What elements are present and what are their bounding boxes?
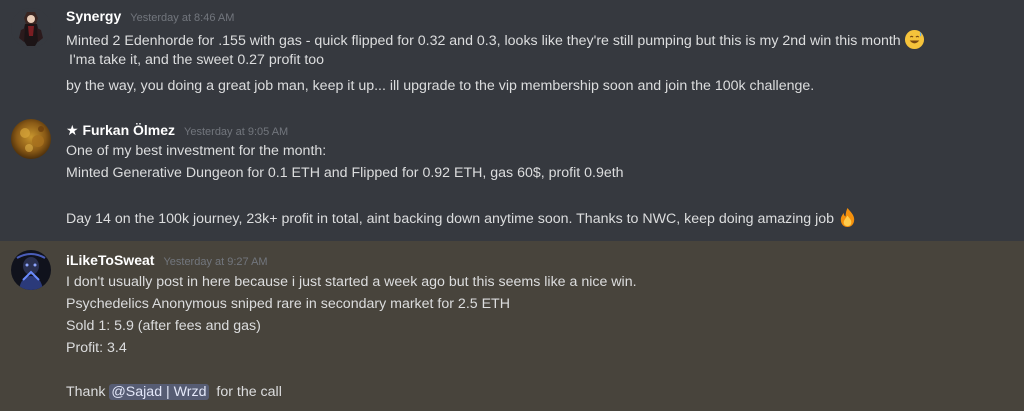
timestamp: Yesterday at 9:05 AM [184, 126, 289, 138]
message-line: Minted Generative Dungeon for 0.1 ETH an… [66, 164, 624, 182]
message-line: I'ma take it, and the sweet 0.27 profit … [69, 51, 324, 69]
username[interactable]: Synergy [66, 8, 121, 24]
message-line: Day 14 on the 100k journey, 23k+ profit … [66, 207, 858, 228]
username[interactable]: iLikeToSweat [66, 252, 154, 268]
message-text: Day 14 on the 100k journey, 23k+ profit … [66, 211, 835, 227]
message-line: I don't usually post in here because i j… [66, 273, 637, 291]
message-line: Sold 1: 5.9 (after fees and gas) [66, 317, 261, 335]
user-mention[interactable]: @Sajad | Wrzd [109, 384, 209, 400]
message-text: I'ma take it, and the sweet 0.27 profit … [69, 52, 325, 68]
message-header: ★ Furkan Ölmez Yesterday at 9:05 AM [66, 122, 288, 139]
message-line: by the way, you doing a great job man, k… [66, 77, 814, 95]
message-line: One of my best investment for the month: [66, 142, 326, 160]
message-text: I don't usually post in here because i j… [66, 274, 637, 290]
message-text: Profit: 3.4 [66, 340, 127, 356]
timestamp: Yesterday at 9:27 AM [163, 256, 268, 268]
message-text: Thank [66, 384, 106, 400]
chat-message-list: Synergy Yesterday at 8:46 AM Minted 2 Ed… [0, 0, 1024, 411]
chat-message: Synergy Yesterday at 8:46 AM Minted 2 Ed… [0, 0, 1024, 102]
message-line: Thank @Sajad | Wrzd for the call [66, 383, 282, 401]
username[interactable]: ★ Furkan Ölmez [66, 122, 175, 139]
message-text: Minted 2 Edenhorde for .155 with gas - q… [66, 33, 901, 49]
chat-message: ★ Furkan Ölmez Yesterday at 9:05 AM One … [0, 113, 1024, 238]
message-text: Psychedelics Anonymous sniped rare in se… [66, 296, 510, 312]
fire-emoji-icon [837, 207, 858, 228]
avatar[interactable] [11, 119, 51, 159]
message-header: iLikeToSweat Yesterday at 9:27 AM [66, 252, 268, 268]
message-line: Profit: 3.4 [66, 339, 127, 357]
avatar[interactable] [11, 8, 51, 48]
message-text: Minted Generative Dungeon for 0.1 ETH an… [66, 165, 624, 181]
message-text: Sold 1: 5.9 (after fees and gas) [66, 318, 261, 334]
avatar[interactable] [11, 250, 51, 290]
message-text: One of my best investment for the month: [66, 143, 327, 159]
timestamp: Yesterday at 8:46 AM [130, 12, 235, 24]
message-text: by the way, you doing a great job man, k… [66, 78, 815, 94]
sweat-smile-emoji-icon [904, 29, 925, 50]
chat-message-highlighted: iLikeToSweat Yesterday at 9:27 AM I don'… [0, 241, 1024, 411]
message-text: for the call [216, 384, 282, 400]
message-line: Psychedelics Anonymous sniped rare in se… [66, 295, 510, 313]
message-line: Minted 2 Edenhorde for .155 with gas - q… [66, 29, 925, 50]
message-header: Synergy Yesterday at 8:46 AM [66, 8, 234, 24]
